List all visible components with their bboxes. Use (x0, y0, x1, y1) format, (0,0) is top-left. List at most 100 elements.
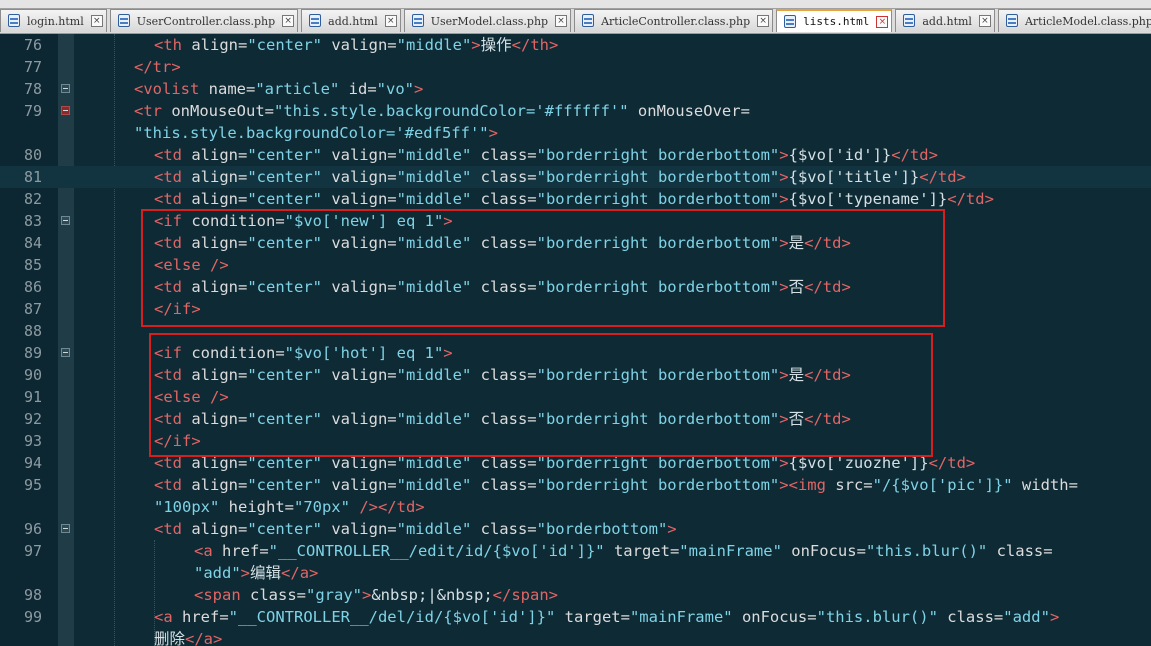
code-token: </td> (928, 454, 976, 472)
code-line: 79 <tr onMouseOut="this.style.backgroundC… (0, 100, 1151, 122)
code-token: "center" (247, 190, 322, 208)
close-icon[interactable]: × (978, 15, 991, 27)
code-text: "100px" height="70px" /></td> (154, 496, 425, 518)
code-token: {$vo['typename']} (788, 190, 948, 208)
line-number: 76 (23, 36, 42, 54)
line-number: 96 (23, 520, 42, 538)
code-token: > (413, 80, 424, 98)
code-line: "100px" height="70px" /></td> (0, 496, 1151, 518)
code-token: name= (208, 80, 256, 98)
code-token: "middle" (396, 190, 472, 208)
fold-toggle-icon[interactable] (61, 216, 70, 225)
code-line: 77 </tr> (0, 56, 1151, 78)
code-token: class= (471, 168, 537, 186)
close-icon[interactable]: × (757, 15, 770, 27)
code-text: <td align="center" valign="middle" class… (154, 166, 966, 188)
code-line: 80 <td align="center" valign="middle" cla… (0, 144, 1151, 166)
file-icon (1005, 14, 1018, 27)
line-number: 88 (23, 322, 42, 340)
code-token: "70px" (293, 498, 350, 516)
file-icon (411, 14, 424, 27)
code-token: <img (788, 476, 836, 494)
tab-label: UserController.class.php (136, 14, 276, 28)
code-token: "center" (247, 476, 322, 494)
code-line: "this.style.backgroundColor='#edf5ff'"> (0, 122, 1151, 144)
code-text: <td align="center" valign="middle" class… (154, 518, 677, 540)
tab-label: ArticleModel.class.php (1024, 14, 1151, 28)
code-token: valign= (321, 36, 397, 54)
code-text: 删除</a> (154, 628, 222, 646)
code-token: class= (471, 476, 537, 494)
line-number: 92 (23, 410, 42, 428)
code-token: "borderright borderbottom" (536, 190, 780, 208)
code-token: align= (191, 520, 248, 538)
code-text: <td align="center" valign="middle" class… (154, 144, 938, 166)
code-token: "add" (194, 564, 241, 582)
line-number: 85 (23, 256, 42, 274)
code-text: <span class="gray">&nbsp;|&nbsp;</span> (194, 584, 558, 606)
highlight-box-new-condition (141, 209, 945, 327)
code-token: "center" (247, 146, 322, 164)
code-token: {$vo['id']} (788, 146, 892, 164)
code-token: "this.blur()" (816, 608, 938, 626)
tab-articlecontroller-class-php[interactable]: ArticleController.class.php × (574, 9, 774, 32)
code-token: > (471, 36, 481, 54)
fold-toggle-icon[interactable] (61, 524, 70, 533)
code-token: "middle" (396, 476, 472, 494)
code-line: 76 <th align="center" valign="middle">操作<… (0, 34, 1151, 56)
fold-toggle-icon[interactable] (61, 106, 70, 115)
code-line: 78 <volist name="article" id="vo"> (0, 78, 1151, 100)
code-token: align= (191, 168, 248, 186)
code-token: 操作 (480, 36, 512, 54)
code-token: valign= (321, 146, 397, 164)
code-token: class= (471, 520, 537, 538)
tab-add-html[interactable]: add.html × (301, 9, 401, 32)
close-icon[interactable]: × (384, 15, 397, 27)
tab-add-html[interactable]: add.html × (895, 9, 995, 32)
tab-lists-html[interactable]: lists.html × (776, 9, 893, 32)
code-token: "borderbottom" (536, 520, 668, 538)
tab-label: add.html (922, 14, 972, 28)
code-text: "add">编辑</a> (194, 562, 318, 584)
code-token: "mainFrame" (629, 608, 733, 626)
tab-usercontroller-class-php[interactable]: UserController.class.php × (109, 9, 299, 32)
tab-label: ArticleController.class.php (601, 14, 751, 28)
code-token: 删除 (154, 630, 186, 646)
fold-toggle-icon[interactable] (61, 84, 70, 93)
line-number: 89 (23, 344, 42, 362)
tab-usermodel-class-php[interactable]: UserModel.class.php × (403, 9, 572, 32)
file-icon (309, 14, 322, 27)
code-token: "borderright borderbottom" (536, 146, 780, 164)
code-token: align= (191, 476, 248, 494)
code-editor[interactable]: 76 <th align="center" valign="middle">操作<… (0, 34, 1151, 646)
code-token: src= (835, 476, 873, 494)
code-token: valign= (321, 168, 397, 186)
code-token: href= (222, 542, 269, 560)
close-icon[interactable]: × (90, 15, 103, 27)
code-line: 97 <a href="__CONTROLLER__/edit/id/{$vo['… (0, 540, 1151, 562)
code-token: "middle" (396, 168, 472, 186)
tab-articlemodel-class-php[interactable]: ArticleModel.class.php× (997, 9, 1151, 32)
code-token: "__CONTROLLER__/edit/id/{$vo['id']}" (268, 542, 605, 560)
line-number: 81 (23, 168, 42, 186)
code-token: "this.style.backgroundColor='#edf5ff'" (134, 124, 489, 142)
code-text: <tr onMouseOut="this.style.backgroundCol… (134, 100, 750, 122)
tab-login-html[interactable]: login.html × (0, 9, 107, 32)
code-text: </tr> (134, 56, 181, 78)
file-icon (784, 15, 797, 28)
code-token: "center" (247, 520, 322, 538)
code-token: onMouseOver= (628, 102, 750, 120)
close-icon[interactable]: × (555, 15, 568, 27)
close-icon[interactable]: × (282, 15, 295, 27)
code-line: 82 <td align="center" valign="middle" cla… (0, 188, 1151, 210)
close-icon[interactable]: × (876, 16, 889, 28)
code-token: > (779, 476, 789, 494)
code-token: > (240, 564, 251, 582)
code-token: "__CONTROLLER__/del/id/{$vo['id']}" (228, 608, 556, 626)
code-text: <td align="center" valign="middle" class… (154, 474, 1078, 496)
code-token: </span> (492, 586, 558, 604)
code-token: "middle" (396, 146, 472, 164)
code-text: <a href="__CONTROLLER__/edit/id/{$vo['id… (194, 540, 1053, 562)
fold-toggle-icon[interactable] (61, 348, 70, 357)
file-icon (903, 14, 916, 27)
